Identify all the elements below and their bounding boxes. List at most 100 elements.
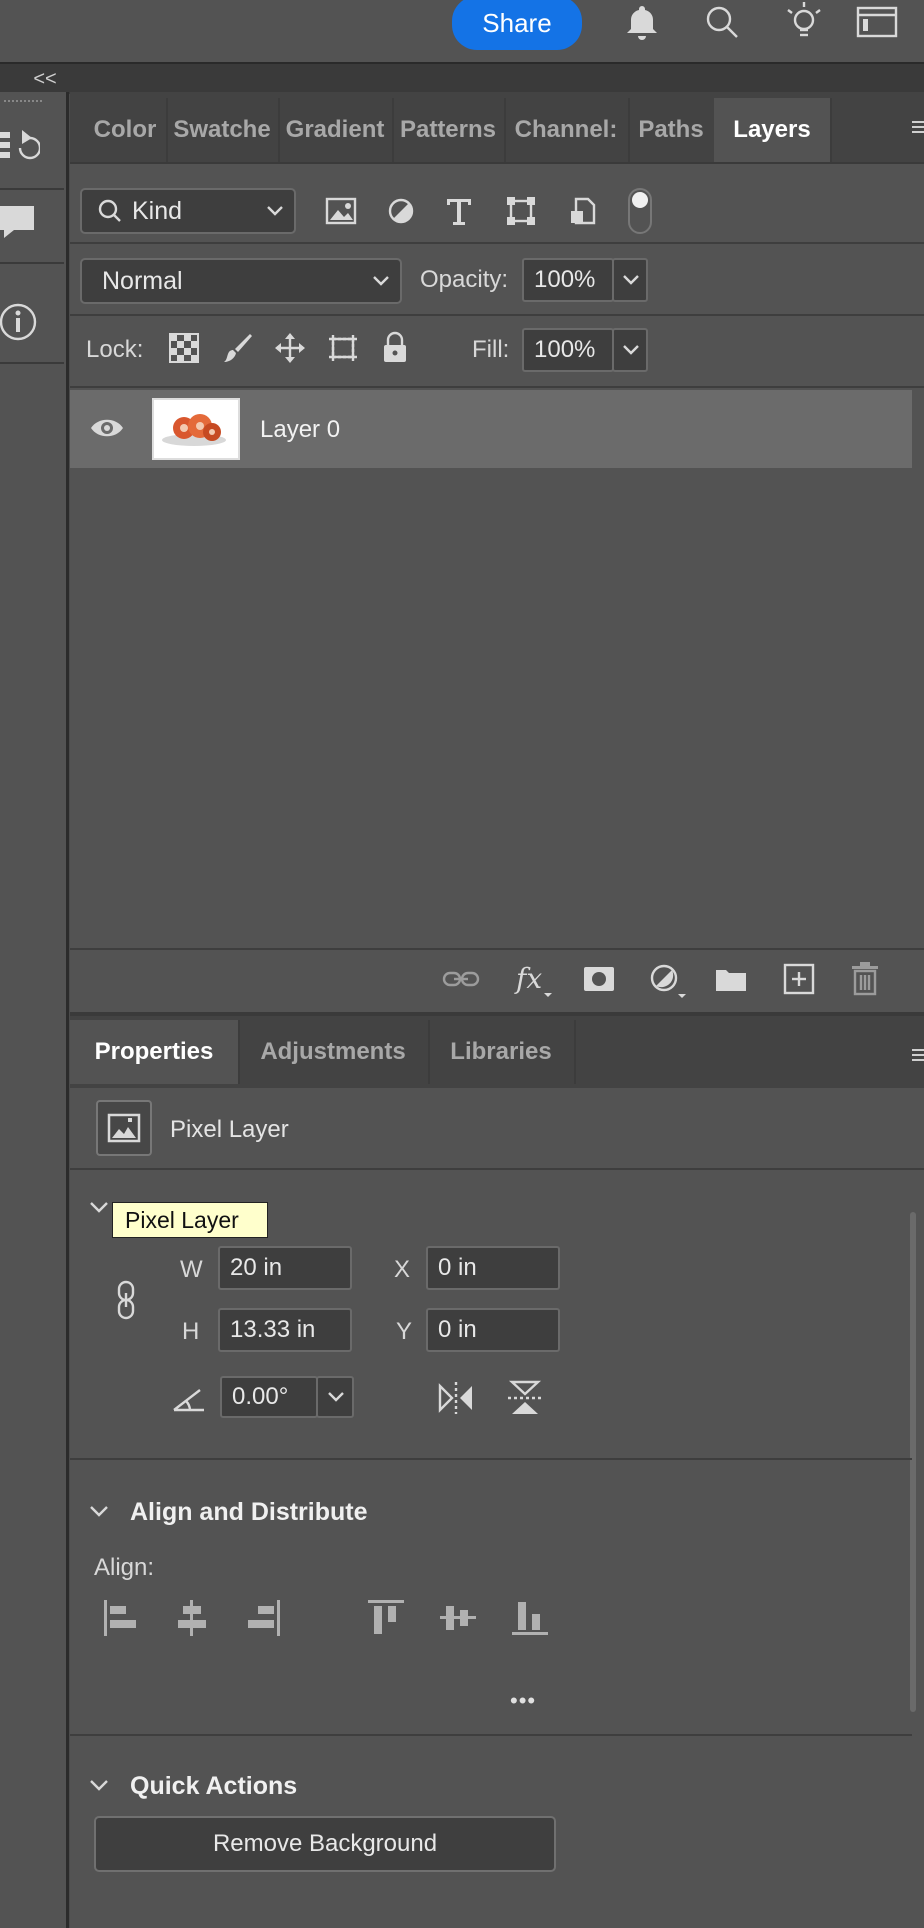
align-section-title: Align and Distribute	[130, 1498, 368, 1526]
workspace-icon[interactable]	[856, 4, 898, 40]
tab-color[interactable]: Color	[84, 98, 168, 162]
tab-properties[interactable]: Properties	[70, 1020, 240, 1084]
layer-thumbnail	[152, 398, 240, 460]
x-label: X	[394, 1256, 411, 1283]
tab-patterns[interactable]: Patterns	[392, 98, 506, 162]
layer-row[interactable]: Layer 0	[70, 390, 912, 468]
angle-dropdown-button[interactable]	[316, 1376, 354, 1418]
flip-vertical-icon[interactable]	[508, 1378, 542, 1418]
panel-collapse-bar: <<	[0, 62, 924, 94]
align-top-icon[interactable]	[366, 1598, 406, 1638]
width-label: W	[180, 1256, 203, 1283]
lock-position-icon[interactable]	[274, 332, 306, 364]
link-layers-icon[interactable]	[442, 964, 480, 994]
comment-icon[interactable]	[0, 202, 40, 242]
tab-swatches[interactable]: Swatche	[166, 98, 280, 162]
height-input[interactable]: 13.33 in	[218, 1308, 352, 1352]
opacity-dropdown-button[interactable]	[612, 258, 648, 302]
properties-scrollbar[interactable]	[910, 1212, 916, 1712]
quick-actions-collapse-chevron[interactable]	[88, 1778, 110, 1792]
layers-bottom-toolbar: fx	[70, 948, 924, 1012]
tab-gradients[interactable]: Gradient	[278, 98, 394, 162]
tab-libraries[interactable]: Libraries	[428, 1020, 576, 1084]
filter-kind-dropdown[interactable]: Kind	[80, 188, 296, 234]
filter-shape-icon[interactable]	[506, 196, 536, 226]
angle-icon	[172, 1384, 206, 1414]
chevron-down-icon	[623, 275, 639, 285]
add-mask-icon[interactable]	[582, 964, 616, 994]
fill-dropdown-button[interactable]	[612, 328, 648, 372]
new-group-folder-icon[interactable]	[714, 964, 748, 994]
y-label: Y	[396, 1318, 413, 1345]
layers-panel: Color Swatche Gradient Patterns Channel:…	[70, 92, 924, 1012]
layers-panel-tabs: Color Swatche Gradient Patterns Channel:…	[70, 92, 924, 164]
tab-paths[interactable]: Paths	[628, 98, 716, 162]
panel-menu-icon[interactable]	[912, 1046, 924, 1064]
bell-icon[interactable]	[622, 2, 662, 42]
left-panel-strip	[0, 92, 69, 1928]
new-layer-icon[interactable]	[782, 962, 816, 996]
tooltip: Pixel Layer	[112, 1202, 268, 1238]
filter-adjustment-icon[interactable]	[386, 196, 416, 226]
filter-toggle-switch[interactable]	[628, 188, 652, 234]
align-bottom-icon[interactable]	[510, 1598, 550, 1638]
filter-smart-object-icon[interactable]	[568, 196, 598, 226]
info-icon[interactable]	[0, 300, 40, 344]
opacity-input[interactable]: 100%	[522, 258, 614, 302]
blend-mode-dropdown[interactable]: Normal	[80, 258, 402, 304]
filter-pixel-icon[interactable]	[324, 196, 358, 226]
svg-text:fx: fx	[514, 962, 542, 995]
trash-icon[interactable]	[850, 962, 880, 996]
chevron-down-icon	[267, 206, 283, 216]
pixel-layer-icon	[96, 1100, 152, 1156]
filter-type-icon[interactable]	[444, 196, 474, 226]
blend-mode-value: Normal	[102, 266, 183, 295]
more-options-button[interactable]: •••	[510, 1688, 536, 1714]
tab-channels[interactable]: Channel:	[504, 98, 630, 162]
fill-label: Fill:	[472, 336, 510, 363]
search-icon	[98, 199, 121, 222]
collapse-panels-button[interactable]: <<	[30, 64, 60, 94]
chevron-down-icon	[328, 1392, 344, 1402]
tab-layers[interactable]: Layers	[714, 98, 832, 162]
transform-collapse-chevron[interactable]	[88, 1200, 110, 1214]
fill-input[interactable]: 100%	[522, 328, 614, 372]
panel-menu-icon[interactable]	[912, 118, 924, 136]
properties-panel-tabs: Properties Adjustments Libraries	[70, 1012, 924, 1088]
properties-panel: Properties Adjustments Libraries Pixel L…	[70, 1012, 924, 1928]
angle-input[interactable]: 0.00°	[220, 1376, 318, 1418]
lock-all-icon[interactable]	[380, 330, 410, 364]
lock-image-pixels-icon[interactable]	[222, 332, 254, 364]
eye-visibility-icon[interactable]	[90, 416, 124, 440]
x-position-input[interactable]: 0 in	[426, 1246, 560, 1290]
share-button[interactable]: Share	[452, 0, 582, 50]
align-horizontal-center-icon[interactable]	[174, 1598, 210, 1638]
flip-horizontal-icon[interactable]	[436, 1382, 476, 1414]
history-icon[interactable]	[0, 126, 40, 172]
new-adjustment-layer-icon[interactable]	[648, 962, 688, 1000]
fx-layer-style-icon[interactable]: fx	[514, 960, 554, 1000]
lock-artboard-icon[interactable]	[326, 332, 360, 364]
layer-name[interactable]: Layer 0	[260, 416, 340, 444]
quick-actions-title: Quick Actions	[130, 1772, 298, 1800]
opacity-label: Opacity:	[420, 266, 509, 293]
layer-type-label: Pixel Layer	[170, 1116, 289, 1143]
tab-adjustments[interactable]: Adjustments	[238, 1020, 430, 1084]
lightbulb-icon[interactable]	[782, 0, 826, 44]
align-collapse-chevron[interactable]	[88, 1504, 110, 1518]
align-vertical-center-icon[interactable]	[438, 1598, 478, 1638]
lock-transparent-pixels-icon[interactable]	[168, 332, 200, 364]
remove-background-button[interactable]: Remove Background	[94, 1816, 556, 1872]
filter-kind-label: Kind	[132, 196, 183, 225]
align-left-icon[interactable]	[102, 1598, 138, 1638]
width-input[interactable]: 20 in	[218, 1246, 352, 1290]
grip-handle[interactable]	[4, 100, 42, 108]
align-right-icon[interactable]	[246, 1598, 282, 1638]
link-dimensions-icon[interactable]	[112, 1278, 140, 1322]
align-label: Align:	[94, 1554, 155, 1581]
height-label: H	[182, 1318, 200, 1345]
top-toolbar: Share	[0, 0, 924, 62]
search-icon[interactable]	[702, 2, 742, 42]
y-position-input[interactable]: 0 in	[426, 1308, 560, 1352]
chevron-down-icon	[623, 345, 639, 355]
